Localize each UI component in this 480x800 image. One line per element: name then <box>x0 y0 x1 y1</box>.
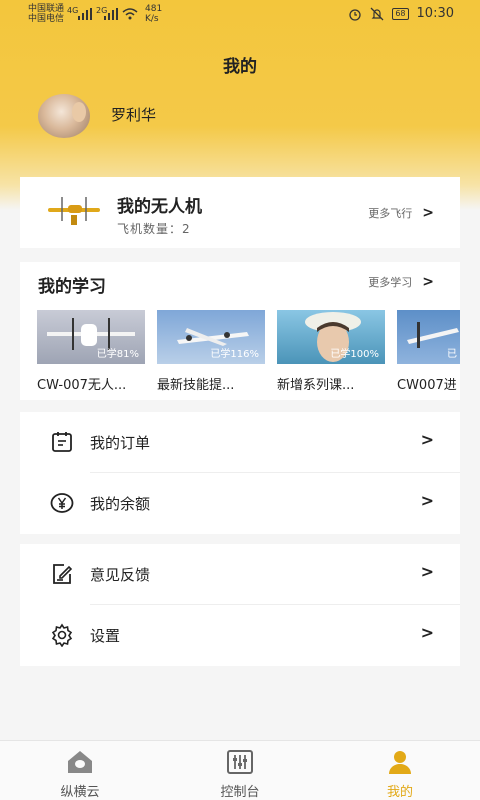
nav-console[interactable]: 控制台 <box>200 749 280 800</box>
signal-icon-2 <box>104 8 118 20</box>
carrier-info: 中国联通 中国电信 <box>28 4 64 24</box>
my-drone-card[interactable]: 我的无人机 飞机数量：2 更多飞行 > <box>20 177 460 248</box>
course-item[interactable]: 已 CW007进 <box>397 310 460 393</box>
nav-home[interactable]: 纵横云 <box>40 749 120 800</box>
more-flights-label: 更多飞行 <box>368 207 413 220</box>
my-balance-label: 我的余额 <box>90 495 151 513</box>
nav-mine[interactable]: 我的 <box>360 749 440 800</box>
mute-icon <box>370 7 384 20</box>
drone-image <box>48 197 100 225</box>
course-progress: 已学81% <box>96 349 139 360</box>
my-learning-card: 我的学习 更多学习 > 已学81% CW-007无人... 已学116% 最新技… <box>20 262 460 400</box>
course-item[interactable]: 已学81% CW-007无人... <box>37 310 145 393</box>
course-name: CW007进 <box>397 378 457 393</box>
nav-home-label: 纵横云 <box>60 785 100 800</box>
my-learning-title: 我的学习 <box>38 277 106 297</box>
carrier-2: 中国电信 <box>28 14 65 24</box>
chevron-right-icon: > <box>420 491 434 510</box>
yen-coin-icon <box>50 493 74 513</box>
course-progress: 已 <box>447 349 457 360</box>
network-speed: 481 K/s <box>145 4 163 24</box>
my-drone-title: 我的无人机 <box>117 197 202 217</box>
more-flights-link[interactable]: 更多飞行 > <box>368 205 434 221</box>
user-name[interactable]: 罗利华 <box>111 104 156 125</box>
more-learning-label: 更多学习 <box>368 276 413 289</box>
course-progress: 已学116% <box>210 349 259 360</box>
signal-icon <box>78 8 92 20</box>
chevron-right-icon: > <box>420 562 434 581</box>
drone-count: 飞机数量：2 <box>117 222 191 236</box>
course-thumbnail: 已学100% <box>277 310 385 364</box>
network-type-1: 4G <box>67 6 79 15</box>
my-orders-label: 我的订单 <box>90 434 151 452</box>
clock: 10:30 <box>416 6 454 21</box>
carrier-1: 中国联通 <box>28 4 65 14</box>
settings-label: 设置 <box>90 627 121 645</box>
battery-icon: 68 <box>392 7 409 20</box>
my-balance-row[interactable]: 我的余额 > <box>20 473 460 534</box>
course-item[interactable]: 已学100% 新增系列课... <box>277 310 385 393</box>
more-learning-link[interactable]: 更多学习 > <box>368 274 434 290</box>
edit-note-icon <box>53 564 73 584</box>
nav-console-label: 控制台 <box>220 785 260 800</box>
course-thumbnail: 已学81% <box>37 310 145 364</box>
course-thumbnail: 已学116% <box>157 310 265 364</box>
status-right: 68 10:30 <box>348 6 454 21</box>
my-orders-row[interactable]: 我的订单 > <box>20 412 460 473</box>
chevron-right-icon: > <box>420 430 434 449</box>
chevron-right-icon: > <box>422 274 434 290</box>
course-progress: 已学100% <box>330 349 379 360</box>
orders-balance-menu: 我的订单 > 我的余额 > <box>20 412 460 534</box>
page-title: 我的 <box>223 57 257 77</box>
course-item[interactable]: 已学116% 最新技能提... <box>157 310 265 393</box>
course-thumbnail: 已 <box>397 310 460 364</box>
home-cloud-icon <box>68 751 92 773</box>
user-icon <box>389 751 411 774</box>
console-icon <box>227 750 253 774</box>
avatar[interactable] <box>38 94 90 138</box>
feedback-label: 意见反馈 <box>90 566 151 584</box>
status-bar: 中国联通 中国电信 4G 2G 481 K/s 68 10:30 <box>0 0 480 28</box>
chevron-right-icon: > <box>420 623 434 642</box>
course-name: 新增系列课... <box>277 378 355 393</box>
settings-row[interactable]: 设置 > <box>20 605 460 666</box>
course-name: CW-007无人... <box>37 378 127 393</box>
bottom-nav: 纵横云 控制台 我的 <box>0 740 480 800</box>
course-name: 最新技能提... <box>157 378 235 393</box>
course-list: 已学81% CW-007无人... 已学116% 最新技能提... 已学100%… <box>37 310 460 400</box>
feedback-row[interactable]: 意见反馈 > <box>20 544 460 605</box>
feedback-settings-menu: 意见反馈 > 设置 > <box>20 544 460 666</box>
alarm-icon <box>349 8 361 21</box>
gear-icon <box>51 623 73 647</box>
nav-mine-label: 我的 <box>386 785 413 800</box>
calendar-icon <box>52 432 72 452</box>
chevron-right-icon: > <box>422 205 434 221</box>
wifi-icon <box>122 8 138 20</box>
